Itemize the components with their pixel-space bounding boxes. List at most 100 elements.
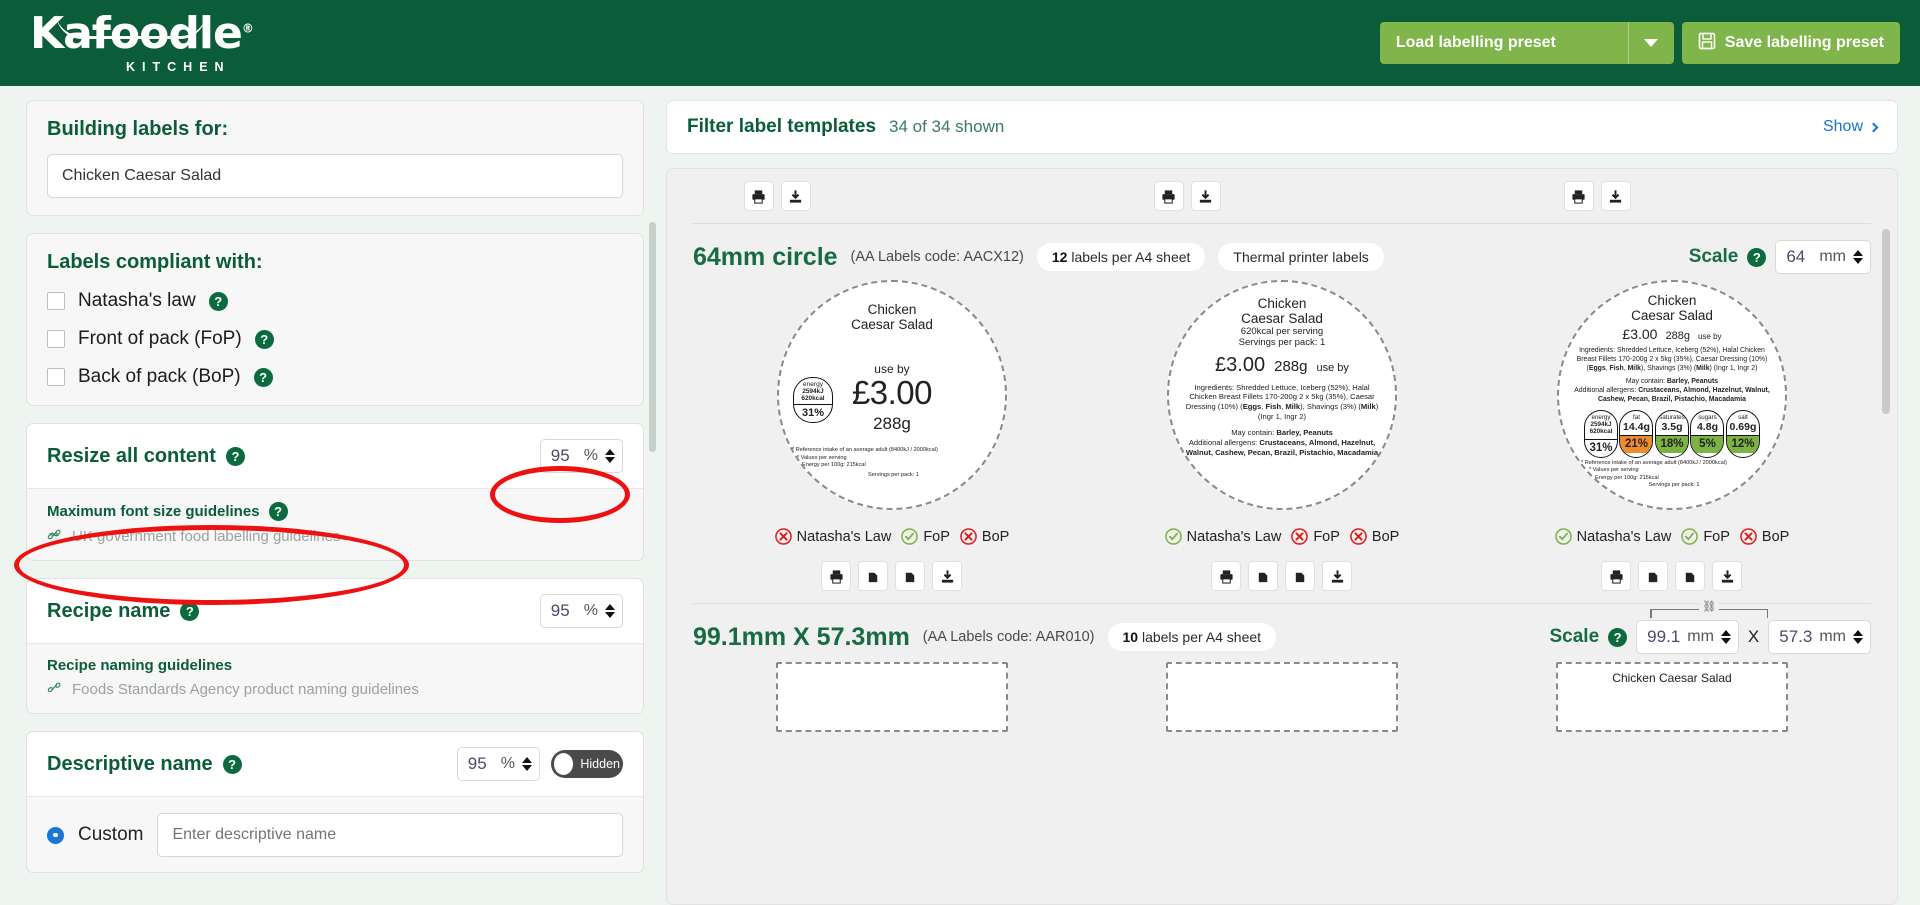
scale-separator: X: [1747, 627, 1760, 646]
print-multiple-icon[interactable]: [1675, 561, 1706, 591]
load-labelling-preset-button[interactable]: Load labelling preset: [1379, 22, 1674, 64]
stepper-up-icon[interactable]: [1853, 250, 1863, 256]
label-kcal-line: 620kcal per serving: [1240, 326, 1324, 338]
panel-scrollbar[interactable]: [1882, 229, 1890, 414]
rect-label-preview-2[interactable]: [1166, 662, 1398, 732]
recipe-name-input[interactable]: [47, 154, 623, 198]
save-labelling-preset-button[interactable]: Save labelling preset: [1681, 22, 1900, 64]
help-icon-descriptive-name[interactable]: ?: [222, 754, 242, 774]
compliance-badge-bop: BoP: [960, 528, 1009, 545]
chevron-down-icon: [1644, 39, 1659, 47]
nutrition-traffic-lights: energy 2594kJ 620kcal 31% fat 14.4g 21% …: [1583, 410, 1760, 458]
scale-width-stepper[interactable]: 99.1 mm: [1636, 620, 1739, 654]
stepper-up-icon[interactable]: [1853, 630, 1863, 636]
load-preset-dropdown-toggle[interactable]: [1627, 22, 1674, 64]
download-icon[interactable]: [780, 181, 811, 211]
rect-label-preview-1[interactable]: [776, 662, 1008, 732]
help-icon-resize[interactable]: ?: [225, 446, 245, 466]
download-icon[interactable]: [1712, 561, 1743, 591]
recipe-name-percent-stepper[interactable]: 95 %: [539, 594, 623, 628]
label-price-row: £3.00 288g use by: [1215, 354, 1349, 377]
print-multiple-icon[interactable]: [1285, 561, 1316, 591]
print-icon[interactable]: [1563, 181, 1594, 211]
compliance-option-fop[interactable]: Front of pack (FoP) ?: [47, 328, 623, 350]
stepper-down-icon[interactable]: [522, 765, 532, 771]
scale-width-arrows[interactable]: [1720, 630, 1731, 644]
uk-government-guidelines-link[interactable]: UK government food labelling guidelines: [47, 528, 623, 545]
fsa-guidelines-link-text: Foods Standards Agency product naming gu…: [72, 681, 419, 698]
print-icon[interactable]: [1601, 561, 1632, 591]
download-icon[interactable]: [1190, 181, 1221, 211]
help-icon-scale[interactable]: ?: [1608, 627, 1628, 647]
stepper-down-icon[interactable]: [605, 612, 615, 618]
help-icon-natashas-law[interactable]: ?: [208, 291, 228, 311]
compliance-option-bop[interactable]: Back of pack (BoP) ?: [47, 366, 623, 388]
checkbox-fop[interactable]: [47, 330, 65, 348]
resize-header-row: Resize all content ? 95 %: [27, 424, 643, 488]
aspect-ratio-link-icon[interactable]: ⛓: [1650, 600, 1769, 618]
help-icon-bop[interactable]: ?: [253, 367, 273, 387]
stepper-up-icon[interactable]: [605, 604, 615, 610]
fsa-guidelines-link[interactable]: Foods Standards Agency product naming gu…: [47, 681, 623, 698]
scale-stepper-1[interactable]: 64 mm: [1775, 240, 1871, 274]
descriptive-stepper-arrows[interactable]: [522, 757, 532, 771]
descriptive-percent-stepper[interactable]: 95 %: [456, 747, 540, 781]
nutrient-salt: salt 0.69g 12%: [1725, 410, 1760, 458]
stepper-up-icon[interactable]: [605, 449, 615, 455]
stepper-up-icon[interactable]: [522, 757, 532, 763]
descriptive-name-input[interactable]: [157, 813, 623, 857]
label-preview-2: Chicken Caesar Salad 620kcal per serving…: [1164, 280, 1399, 591]
help-icon-recipe-name[interactable]: ?: [180, 601, 200, 621]
rect-label-preview-3[interactable]: Chicken Caesar Salad: [1556, 662, 1788, 732]
descriptive-hidden-toggle[interactable]: Hidden: [551, 750, 623, 778]
toggle-knob: [554, 753, 574, 775]
checkbox-bop[interactable]: [47, 368, 65, 386]
print-icon[interactable]: [1153, 181, 1184, 211]
circle-label-full[interactable]: Chicken Caesar Salad £3.00 288g use by I…: [1556, 280, 1787, 510]
help-icon-fop[interactable]: ?: [254, 329, 274, 349]
print-icon[interactable]: [821, 561, 852, 591]
radio-custom[interactable]: [47, 826, 64, 844]
compliance-badge-fop: FoP: [1681, 528, 1730, 545]
help-icon-scale[interactable]: ?: [1747, 247, 1767, 267]
stepper-down-icon[interactable]: [1853, 638, 1863, 644]
scale-height-stepper[interactable]: 57.3 mm: [1768, 620, 1871, 654]
footnote-values-per-serving: * Values per serving: [1588, 467, 1639, 474]
compliance-option-natashas-law[interactable]: Natasha's law ?: [47, 290, 623, 312]
print-preview-icon[interactable]: [1248, 561, 1279, 591]
scale-height-arrows[interactable]: [1853, 630, 1863, 644]
circle-label-price-forward[interactable]: Chicken Caesar Salad use by £3.00 288g e…: [776, 280, 1007, 510]
descriptive-name-title: Descriptive name: [47, 752, 213, 775]
download-icon[interactable]: [1600, 181, 1631, 211]
filter-title: Filter label templates: [687, 116, 877, 137]
resize-stepper-arrows[interactable]: [605, 449, 615, 463]
label-footnotes: * Reference intake of an average adult (…: [1559, 458, 1785, 490]
compliance-badges-3: Natasha's Law FoP BoP: [1554, 528, 1789, 545]
print-icon[interactable]: [1211, 561, 1242, 591]
print-preview-icon[interactable]: [858, 561, 889, 591]
label-toolbar-top-2: [1153, 181, 1221, 211]
nutrient-value: 2594kJ 620kcal: [1584, 421, 1617, 440]
nutrient-percent: 12%: [1726, 436, 1759, 454]
template-name: 99.1mm X 57.3mm: [693, 622, 910, 651]
scale-stepper-arrows[interactable]: [1853, 250, 1863, 264]
help-icon-max-font[interactable]: ?: [268, 502, 288, 521]
download-icon[interactable]: [1322, 561, 1353, 591]
stepper-up-icon[interactable]: [1720, 630, 1731, 636]
print-preview-icon[interactable]: [1638, 561, 1669, 591]
print-icon[interactable]: [743, 181, 774, 211]
sidebar-scrollbar[interactable]: [649, 222, 656, 452]
compliance-label: BoP: [981, 528, 1010, 545]
recipe-name-stepper-arrows[interactable]: [605, 604, 615, 618]
print-multiple-icon[interactable]: [895, 561, 926, 591]
template-divider-top: [693, 223, 1871, 224]
stepper-down-icon[interactable]: [1853, 258, 1863, 264]
stepper-down-icon[interactable]: [1720, 638, 1731, 644]
resize-percent-stepper[interactable]: 95 %: [539, 439, 623, 473]
checkbox-natashas-law[interactable]: [47, 292, 65, 310]
circle-label-ingredients[interactable]: Chicken Caesar Salad 620kcal per serving…: [1166, 280, 1397, 510]
download-icon[interactable]: [932, 561, 963, 591]
show-filters-link[interactable]: Show: [1823, 118, 1879, 136]
label-preview-3: Chicken Caesar Salad £3.00 288g use by I…: [1554, 280, 1789, 591]
stepper-down-icon[interactable]: [605, 457, 615, 463]
